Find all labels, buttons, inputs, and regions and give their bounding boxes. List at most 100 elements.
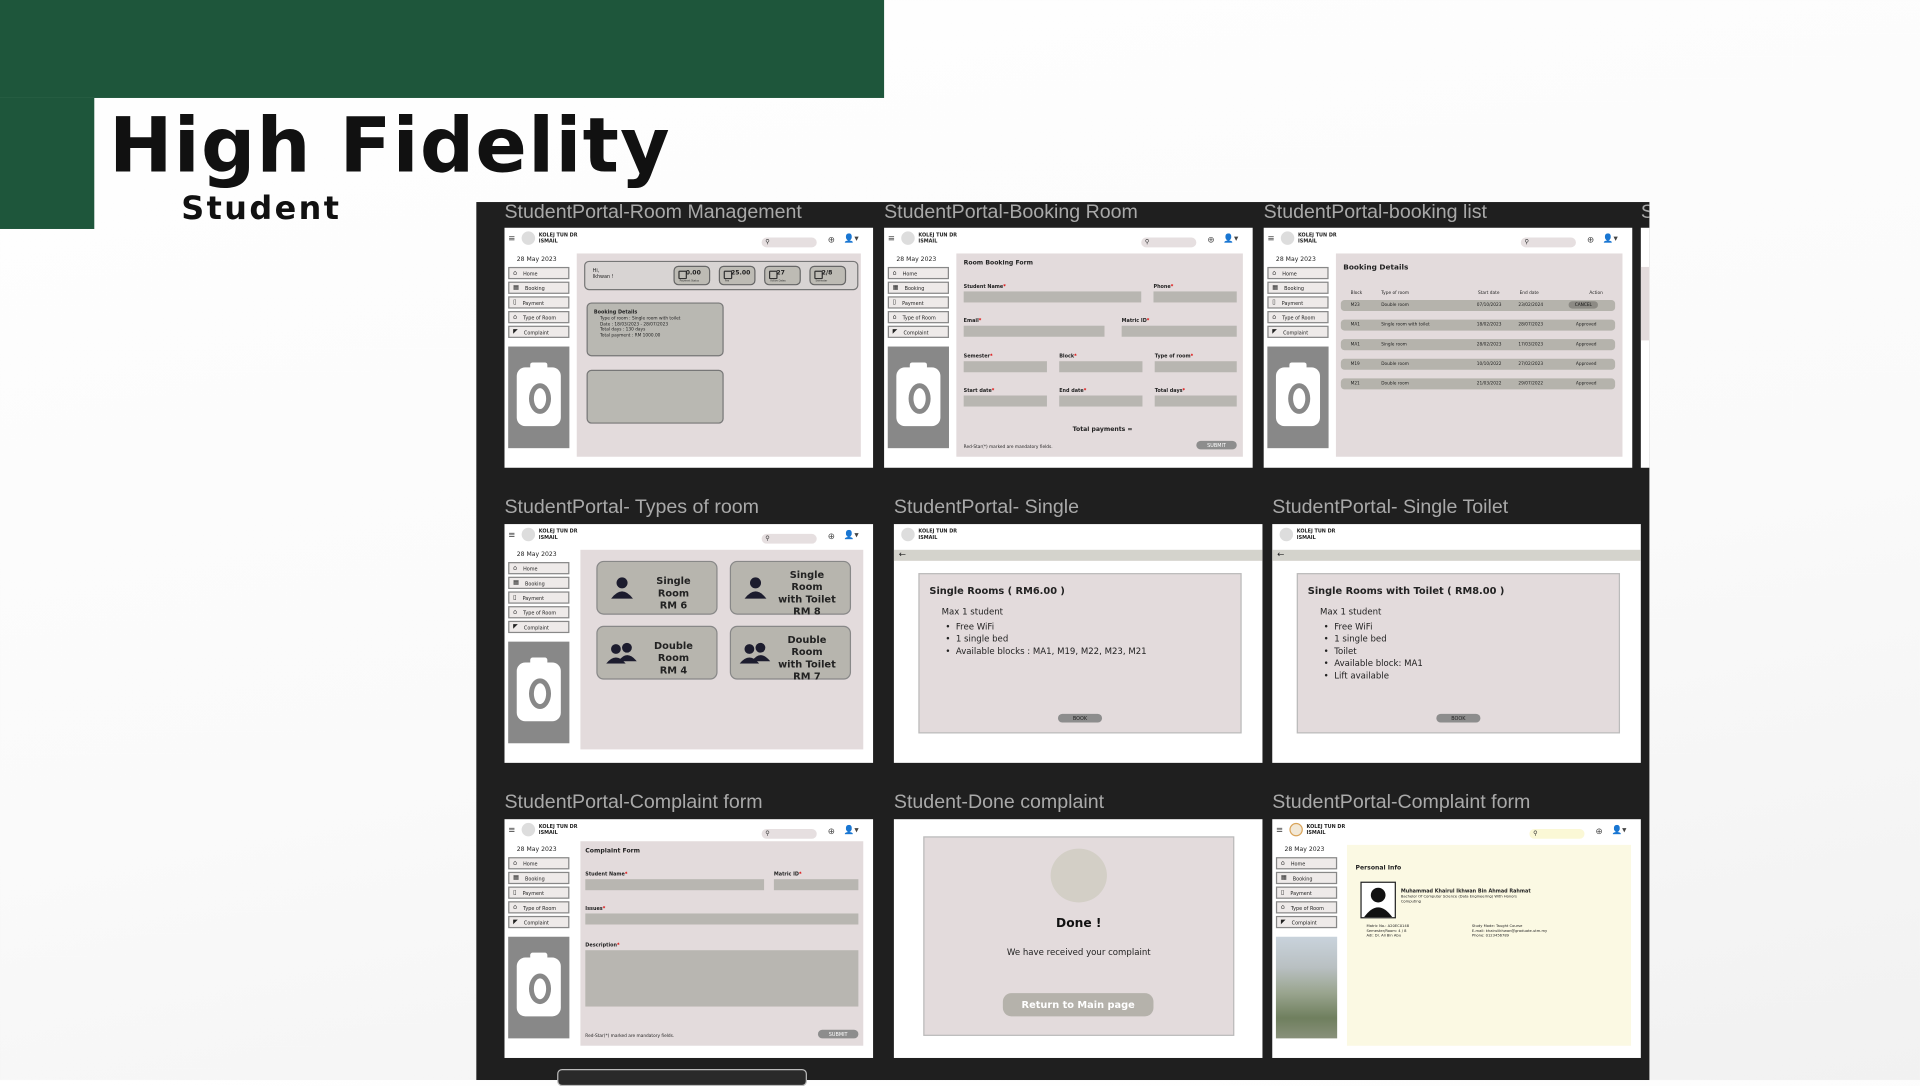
start-date-field[interactable] (963, 395, 1047, 407)
sidebar-item-home[interactable]: ⌂ Home (1267, 266, 1329, 280)
issues-field[interactable] (585, 913, 859, 925)
user-menu-icon[interactable]: 👤▾ (844, 530, 859, 540)
back-arrow-icon[interactable]: ← (1277, 550, 1284, 560)
submit-button[interactable]: SUBMIT (1196, 440, 1237, 450)
slide-title: High Fidelity (108, 100, 671, 190)
phone-field[interactable] (1153, 291, 1237, 303)
label-semester: Semester* (963, 352, 993, 359)
stat-label: Semester (815, 280, 828, 283)
cell: 28/07/2023 (1518, 322, 1544, 327)
search-input[interactable]: ⚲ (1529, 828, 1585, 839)
submit-button[interactable]: SUBMIT (817, 1029, 859, 1039)
sidebar-label: Booking (524, 284, 545, 291)
user-menu-icon[interactable]: 👤▾ (844, 825, 859, 835)
sidebar-item-booking[interactable]: ▦ Booking (1267, 281, 1329, 294)
room-card-double[interactable]: Double Room RM 4 (596, 625, 718, 680)
room-title: Single Rooms with Toilet ( RM8.00 ) (1307, 585, 1505, 597)
sidebar-label: Complaint (1291, 918, 1317, 926)
sidebar-item-booking[interactable]: ▦ Booking (887, 281, 949, 294)
sidebar-item-booking[interactable]: ▦ Booking (1275, 871, 1338, 885)
hamburger-icon[interactable]: ≡ (508, 825, 515, 835)
sidebar-item-home[interactable]: ⌂ Home (508, 857, 570, 870)
search-input[interactable]: ⚲ (1520, 237, 1576, 248)
settings-icon[interactable]: ⊕ (828, 531, 835, 541)
detail-item: Adi: Dr. Ali Bin Abu (1366, 933, 1402, 938)
camera-placeholder-image (887, 346, 949, 449)
sidebar-item-complaint[interactable]: ◤ Complaint (1267, 325, 1329, 338)
semester-field[interactable] (963, 361, 1047, 373)
hamburger-icon[interactable]: ≡ (508, 234, 515, 244)
user-menu-icon[interactable]: 👤▾ (1223, 234, 1238, 244)
email-field[interactable] (963, 325, 1105, 337)
type-of-room-field[interactable] (1154, 361, 1237, 373)
feature-item: • Lift available (1323, 671, 1390, 681)
sidebar-item-type-of-room[interactable]: ⌂ Type of Room (1275, 901, 1338, 914)
matric-id-field[interactable] (1121, 325, 1237, 337)
sidebar-item-payment[interactable]: ▯ Payment (508, 296, 570, 309)
settings-icon[interactable]: ⊕ (828, 235, 835, 245)
brand: KOLEJ TUN DR ISMAIL (1298, 231, 1337, 243)
search-input[interactable]: ⚲ (761, 533, 817, 544)
matric-id-field[interactable] (773, 879, 859, 891)
sidebar-item-type-of-room[interactable]: ⌂ Type of Room (508, 606, 570, 619)
sidebar-item-type-of-room[interactable]: ⌂ Type of Room (508, 901, 570, 914)
sidebar-item-payment[interactable]: ▯ Payment (508, 886, 570, 899)
search-input[interactable]: ⚲ (1141, 237, 1197, 248)
student-name-field[interactable] (963, 291, 1142, 303)
booking-list-title: Booking Details (1343, 263, 1409, 272)
sidebar-item-complaint[interactable]: ◤ Complaint (1275, 915, 1338, 929)
sidebar-item-type-of-room[interactable]: ⌂ Type of Room (887, 311, 949, 324)
sidebar-item-home[interactable]: ⌂ Home (508, 266, 570, 280)
label-description: Description* (585, 941, 620, 948)
block-field[interactable] (1059, 361, 1143, 373)
book-button[interactable]: BOOK (1436, 713, 1481, 723)
book-button[interactable]: BOOK (1057, 713, 1103, 723)
sidebar-item-payment[interactable]: ▯ Payment (1267, 296, 1329, 309)
sidebar-item-booking[interactable]: ▦ Booking (508, 281, 570, 294)
total-days-field[interactable] (1154, 395, 1237, 407)
user-menu-icon[interactable]: 👤▾ (844, 234, 859, 244)
hamburger-icon[interactable]: ≡ (1276, 825, 1283, 835)
sidebar-item-type-of-room[interactable]: ⌂ Type of Room (1267, 311, 1329, 324)
sidebar-item-home[interactable]: ⌂ Home (887, 266, 949, 280)
sidebar-item-booking[interactable]: ▦ Booking (508, 576, 570, 589)
user-menu-icon[interactable]: 👤▾ (1603, 234, 1618, 244)
hamburger-icon[interactable]: ≡ (1267, 234, 1274, 244)
settings-icon[interactable]: ⊕ (828, 827, 835, 837)
search-input[interactable]: ⚲ (761, 828, 817, 839)
return-main-button[interactable]: Return to Main page (1002, 993, 1154, 1017)
sidebar-item-type-of-room[interactable]: ⌂ Type of Room (508, 311, 570, 324)
sidebar-item-payment[interactable]: ▯ Payment (508, 591, 570, 604)
settings-icon[interactable]: ⊕ (1207, 235, 1214, 245)
room-card-double-toilet[interactable]: Double Room with Toilet RM 7 (729, 625, 852, 682)
cancel-button[interactable]: CANCEL (1568, 301, 1599, 309)
sidebar-item-home[interactable]: ⌂ Home (1275, 857, 1338, 870)
end-date-field[interactable] (1059, 395, 1143, 407)
sidebar-item-complaint[interactable]: ◤ Complaint (508, 325, 570, 338)
sidebar-item-home[interactable]: ⌂ Home (508, 562, 570, 575)
stat-value: 0.00 (685, 269, 701, 277)
back-arrow-icon[interactable]: ← (899, 550, 906, 560)
sidebar-item-complaint[interactable]: ◤ Complaint (508, 915, 570, 929)
student-name-field[interactable] (585, 879, 765, 891)
complaint-icon: ◤ (513, 623, 518, 631)
sidebar-item-complaint[interactable]: ◤ Complaint (887, 325, 949, 338)
search-input[interactable]: ⚲ (761, 237, 817, 248)
frame-booking-list: ≡ KOLEJ TUN DR ISMAIL ⚲ ⊕ 👤▾ 28 May 2023 … (1263, 227, 1633, 468)
room-card-price: RM 8 (793, 606, 821, 618)
description-textarea[interactable] (585, 950, 859, 1007)
hamburger-icon[interactable]: ≡ (508, 530, 515, 540)
sidebar-item-booking[interactable]: ▦ Booking (508, 871, 570, 885)
label-text: Issues (585, 904, 603, 912)
room-card-single-toilet[interactable]: Single Room with Toilet RM 8 (729, 560, 852, 618)
sidebar-item-payment[interactable]: ▯ Payment (1275, 886, 1338, 899)
user-menu-icon[interactable]: 👤▾ (1611, 825, 1626, 835)
sidebar-item-complaint[interactable]: ◤ Complaint (508, 620, 570, 634)
settings-icon[interactable]: ⊕ (1587, 235, 1594, 245)
sidebar-item-payment[interactable]: ▯ Payment (887, 296, 949, 309)
settings-icon[interactable]: ⊕ (1596, 827, 1603, 837)
label-total-days: Total days* (1154, 386, 1186, 394)
booking-line: Total payment : RM 1000.00 (600, 332, 661, 338)
room-card-single[interactable]: Single Room RM 6 (596, 560, 718, 615)
hamburger-icon[interactable]: ≡ (888, 234, 895, 244)
